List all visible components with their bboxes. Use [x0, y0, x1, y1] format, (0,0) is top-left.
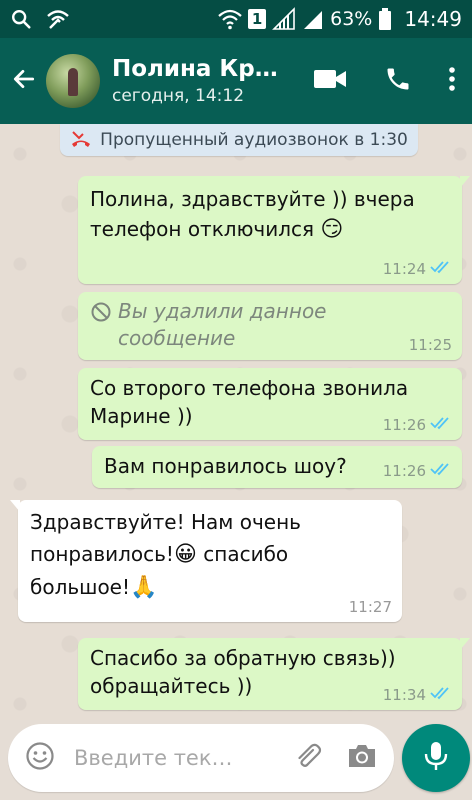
message-meta: 11:25: [409, 336, 452, 354]
battery-icon: [378, 7, 392, 31]
phone-icon: [384, 65, 412, 97]
status-time: 14:49: [404, 7, 462, 31]
message-bubble[interactable]: Здравствуйте! Нам очень понравилось!😀 сп…: [10, 500, 402, 622]
wifi-icon: [218, 8, 242, 30]
voice-record-button[interactable]: [402, 724, 470, 792]
arrow-back-icon: [11, 66, 37, 96]
battery-percent: 63%: [330, 8, 373, 30]
read-ticks-icon: [430, 686, 452, 704]
message-meta: 11:26: [383, 462, 452, 480]
video-call-button[interactable]: [296, 38, 364, 124]
message-text-line: понравилось!😀 спасибо: [30, 538, 390, 571]
message-text: Спасибо за обратную связь)): [90, 646, 396, 670]
emoji-icon: [25, 741, 55, 775]
read-ticks-icon: [430, 416, 452, 434]
deleted-text: Вы удалили данное: [118, 299, 327, 323]
message-text-line: большое!🙏: [30, 571, 390, 604]
read-ticks-icon: [430, 462, 452, 480]
message-meta: 11:27: [349, 598, 392, 616]
signal-icon: [302, 7, 324, 31]
chat-header: Полина Кра… сегодня, 14:12: [0, 38, 472, 124]
video-call-icon: [313, 67, 347, 95]
composer-bar: [0, 720, 472, 800]
chat-area[interactable]: Пропущенный аудиозвонок в 1:30 Полина, з…: [0, 124, 472, 720]
message-meta: 11:26: [383, 416, 452, 434]
deleted-text: сообщение: [118, 326, 236, 350]
message-time: 11:26: [382, 462, 426, 480]
grin-emoji: 😀: [173, 542, 197, 567]
message-input[interactable]: [74, 746, 288, 770]
microphone-icon: [423, 740, 449, 776]
message-bubble[interactable]: Со второго телефона звонила Марине )) 11…: [78, 368, 462, 440]
smirk-emoji: 😏: [320, 217, 344, 242]
message-time: 11:24: [382, 260, 426, 278]
message-text: Со второго телефона звонила: [90, 376, 409, 400]
message-bubble[interactable]: Спасибо за обратную связь)) обращайтесь …: [78, 638, 470, 710]
deleted-message-row: Вы удалили данное сообщение: [90, 298, 450, 352]
attach-icon: [293, 741, 323, 775]
search-icon: [10, 8, 32, 30]
camera-icon: [346, 742, 378, 774]
wifi-calling-icon: [46, 8, 70, 30]
pray-emoji: 🙏: [130, 575, 158, 600]
status-bar: 1 63% 14:49: [0, 0, 472, 38]
more-menu-icon: [448, 66, 456, 96]
message-text: спасибо: [196, 542, 289, 566]
message-meta: 11:34: [383, 686, 452, 704]
message-time: 11:34: [382, 686, 426, 704]
signal-icon: [272, 7, 296, 31]
message-text: Полина, здравствуйте )) вчера: [90, 187, 415, 211]
sim-slot-badge: 1: [248, 9, 267, 29]
message-time: 11:25: [408, 336, 452, 354]
deleted-message-bubble[interactable]: Вы удалили данное сообщение 11:25: [78, 292, 462, 360]
camera-button[interactable]: [342, 738, 382, 778]
emoji-button[interactable]: [20, 738, 60, 778]
more-menu-button[interactable]: [432, 38, 472, 124]
read-ticks-icon: [430, 260, 452, 278]
message-text: большое!: [30, 575, 130, 599]
message-text: Здравствуйте! Нам очень: [30, 510, 301, 534]
message-time: 11:26: [382, 416, 426, 434]
message-text: телефон отключился: [90, 217, 315, 241]
blocked-icon: [90, 301, 112, 330]
back-button[interactable]: [2, 38, 46, 124]
missed-call-icon: [70, 128, 92, 153]
message-bubble[interactable]: Полина, здравствуйте )) вчера телефон от…: [78, 176, 470, 284]
contact-name: Полина Кра…: [112, 56, 287, 82]
missed-call-text: Пропущенный аудиозвонок в 1:30: [100, 130, 408, 150]
message-meta: 11:24: [383, 260, 452, 278]
avatar[interactable]: [46, 54, 100, 108]
voice-call-button[interactable]: [364, 38, 432, 124]
contact-info[interactable]: Полина Кра… сегодня, 14:12: [112, 56, 296, 106]
message-bubble[interactable]: Вам понравилось шоу? 11:26: [92, 446, 462, 488]
last-seen: сегодня, 14:12: [112, 86, 245, 106]
message-input-container: [8, 724, 394, 792]
message-time: 11:27: [348, 598, 392, 616]
message-text: понравилось!: [30, 542, 174, 566]
message-text-line: телефон отключился 😏: [90, 214, 450, 245]
missed-call-notice: Пропущенный аудиозвонок в 1:30: [60, 124, 418, 156]
attach-button[interactable]: [288, 738, 328, 778]
